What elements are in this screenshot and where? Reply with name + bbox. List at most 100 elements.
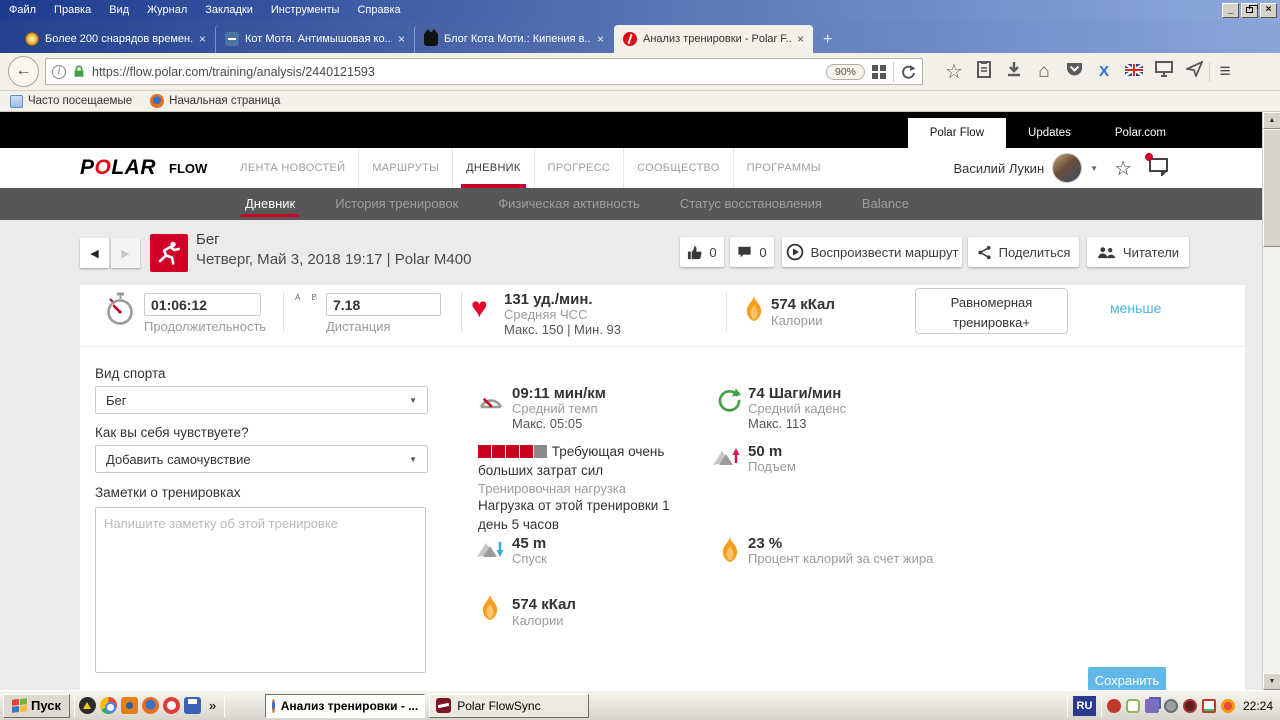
task-flowsync-window[interactable]: Polar FlowSync xyxy=(429,694,589,718)
tab-3-favicon xyxy=(424,32,438,46)
tab-2-favicon xyxy=(225,32,239,46)
nav-feed[interactable]: ЛЕНТА НОВОСТЕЙ xyxy=(227,148,358,188)
avatar[interactable] xyxy=(1052,153,1082,183)
notifications-chat-icon[interactable] xyxy=(1148,156,1170,181)
tab-3-close-icon[interactable]: × xyxy=(597,32,604,46)
comment-button[interactable]: 0 xyxy=(730,237,774,267)
subnav-balance[interactable]: Balance xyxy=(842,188,929,220)
bookmark-frequent[interactable]: Часто посещаемые xyxy=(10,95,132,108)
tab-2[interactable]: Кот Мотя. Антимышовая ко... × xyxy=(215,25,414,53)
tab-1[interactable]: Более 200 снарядов времен... × xyxy=(16,25,215,53)
quicklaunch-opera-icon[interactable] xyxy=(163,697,180,714)
quicklaunch-overflow-icon[interactable]: » xyxy=(205,698,220,713)
user-caret-icon[interactable]: ▼ xyxy=(1090,164,1098,173)
tray-mail-icon[interactable] xyxy=(1202,699,1216,713)
menu-view[interactable]: Вид xyxy=(100,2,138,18)
menu-file[interactable]: Файл xyxy=(0,2,45,18)
toptab-updates[interactable]: Updates xyxy=(1006,118,1093,148)
menu-bookmarks[interactable]: Закладки xyxy=(196,2,262,18)
start-button[interactable]: Пуск xyxy=(3,694,70,718)
bookmark-home[interactable]: Начальная страница xyxy=(150,94,280,108)
nav-routes[interactable]: МАРШРУТЫ xyxy=(358,148,452,188)
tray-icon-1[interactable] xyxy=(1107,699,1121,713)
replay-route-button[interactable]: Воспроизвести маршрут xyxy=(782,237,962,267)
tray-icon-2[interactable] xyxy=(1126,699,1140,713)
quicklaunch-save-icon[interactable] xyxy=(184,697,201,714)
distance-input[interactable] xyxy=(326,293,441,316)
subnav-diary[interactable]: Дневник xyxy=(225,188,315,220)
toptab-polar-flow[interactable]: Polar Flow xyxy=(908,118,1006,148)
quicklaunch-player-icon[interactable] xyxy=(79,697,96,714)
polar-header: POLAR FLOW ЛЕНТА НОВОСТЕЙ МАРШРУТЫ ДНЕВН… xyxy=(0,148,1262,188)
pocket-icon[interactable] xyxy=(1059,61,1089,82)
page-scrollbar[interactable]: ▲ ▼ xyxy=(1262,112,1280,690)
quicklaunch-firefox-icon[interactable] xyxy=(142,697,159,714)
less-link[interactable]: меньше xyxy=(1110,300,1161,316)
page-info-icon[interactable]: i xyxy=(52,65,66,79)
x-extension-icon[interactable]: X xyxy=(1089,63,1119,80)
share-button[interactable]: Поделиться xyxy=(968,237,1079,267)
menu-edit[interactable]: Правка xyxy=(45,2,100,18)
tray-icon-5[interactable] xyxy=(1183,699,1197,713)
followers-button[interactable]: Читатели xyxy=(1087,237,1189,267)
home-icon[interactable]: ⌂ xyxy=(1029,61,1059,83)
nav-diary[interactable]: ДНЕВНИК xyxy=(452,148,533,188)
quicklaunch-chrome-icon[interactable] xyxy=(100,697,117,714)
page-actions-grid-icon[interactable] xyxy=(871,64,887,80)
next-session-button[interactable]: ▶ xyxy=(111,238,140,268)
tray-webcam-icon[interactable] xyxy=(1164,699,1178,713)
close-button[interactable]: × xyxy=(1260,3,1277,18)
reload-icon[interactable] xyxy=(900,64,916,80)
task-firefox-window[interactable]: Анализ тренировки - ... xyxy=(265,694,425,718)
tab-2-close-icon[interactable]: × xyxy=(398,32,405,46)
quicklaunch-app-icon[interactable] xyxy=(121,697,138,714)
subnav-recovery[interactable]: Статус восстановления xyxy=(660,188,842,220)
calories2-flame-icon xyxy=(480,593,500,627)
screenshot-monitor-icon[interactable] xyxy=(1149,61,1179,82)
send-tab-icon[interactable] xyxy=(1179,61,1209,82)
back-button[interactable]: ← xyxy=(8,56,39,87)
polar-logo[interactable]: POLAR xyxy=(80,156,156,180)
feeling-select[interactable]: Добавить самочувствие ▼ xyxy=(95,445,428,473)
bookmark-star-icon[interactable]: ☆ xyxy=(939,59,969,84)
url-text[interactable]: https://flow.polar.com/training/analysis… xyxy=(92,65,820,79)
save-button[interactable]: Сохранить xyxy=(1088,667,1166,690)
bookmarks-menu-icon[interactable] xyxy=(969,61,999,83)
new-tab-button[interactable]: + xyxy=(813,31,842,53)
toptab-polar-com[interactable]: Polar.com xyxy=(1093,118,1188,148)
tray-icon-7[interactable] xyxy=(1221,699,1235,713)
tab-active-polar[interactable]: Анализ тренировки - Polar F... × xyxy=(614,25,813,53)
nav-programs[interactable]: ПРОГРАММЫ xyxy=(733,148,834,188)
menu-tools[interactable]: Инструменты xyxy=(262,2,349,18)
minimize-button[interactable]: _ xyxy=(1222,3,1239,18)
subnav-history[interactable]: История тренировок xyxy=(315,188,478,220)
like-button[interactable]: 0 xyxy=(680,237,724,267)
language-indicator[interactable]: RU xyxy=(1073,696,1096,716)
tray-icon-3[interactable] xyxy=(1145,699,1159,713)
scrollbar-thumb[interactable] xyxy=(1263,129,1280,247)
favorites-star-icon[interactable]: ☆ xyxy=(1114,156,1132,181)
window-controls: _ × xyxy=(1222,3,1280,18)
duration-input[interactable] xyxy=(144,293,261,316)
sport-select[interactable]: Бег ▼ xyxy=(95,386,428,414)
scroll-down-button[interactable]: ▼ xyxy=(1263,673,1280,690)
tab-4-close-icon[interactable]: × xyxy=(797,32,804,46)
user-name[interactable]: Василий Лукин xyxy=(953,161,1044,176)
subnav-activity[interactable]: Физическая активность xyxy=(478,188,660,220)
nav-progress[interactable]: ПРОГРЕСС xyxy=(534,148,623,188)
tab-1-close-icon[interactable]: × xyxy=(199,32,206,46)
nav-community[interactable]: СООБЩЕСТВО xyxy=(623,148,733,188)
menu-help[interactable]: Справка xyxy=(348,2,409,18)
prev-session-button[interactable]: ◀ xyxy=(80,238,109,268)
translate-flag-icon[interactable] xyxy=(1119,63,1149,81)
restore-button[interactable] xyxy=(1241,3,1258,18)
url-bar[interactable]: i https://flow.polar.com/training/analys… xyxy=(45,58,923,85)
notes-textarea[interactable] xyxy=(95,507,426,673)
downloads-icon[interactable] xyxy=(999,61,1029,82)
tab-3-title: Блог Кота Моти.: Кипения в... xyxy=(444,33,591,45)
zoom-level-badge[interactable]: 90% xyxy=(826,64,865,80)
menu-history[interactable]: Журнал xyxy=(138,2,196,18)
scroll-up-button[interactable]: ▲ xyxy=(1263,112,1280,129)
tab-3[interactable]: Блог Кота Моти.: Кипения в... × xyxy=(414,25,613,53)
menu-hamburger-icon[interactable]: ≡ xyxy=(1210,61,1240,83)
